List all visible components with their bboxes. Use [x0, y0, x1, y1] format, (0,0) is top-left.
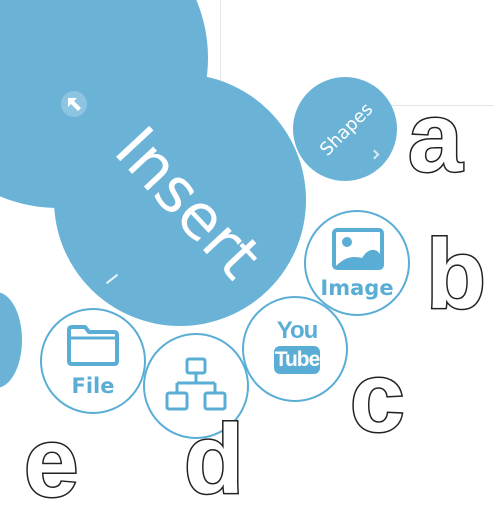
- image-label: Image: [320, 276, 394, 300]
- back-button[interactable]: [61, 91, 87, 117]
- file-button[interactable]: File: [40, 308, 146, 414]
- youtube-button[interactable]: You Tube: [242, 296, 348, 402]
- annotation-b: b: [425, 219, 488, 329]
- back-arrow-icon: [68, 98, 81, 111]
- left-edge-bubble: [0, 292, 22, 388]
- youtube-icon: You Tube: [272, 318, 322, 382]
- image-button[interactable]: Image: [304, 210, 410, 316]
- annotation-d: d: [183, 404, 246, 514]
- file-label: File: [71, 374, 115, 398]
- annotation-c: c: [349, 342, 406, 452]
- canvas-stage: Insert Shapes Image You Tube File a b c …: [0, 0, 494, 517]
- folder-icon: [67, 325, 119, 366]
- image-icon: [332, 228, 384, 270]
- annotation-a: a: [407, 82, 464, 192]
- annotation-e: e: [23, 407, 80, 517]
